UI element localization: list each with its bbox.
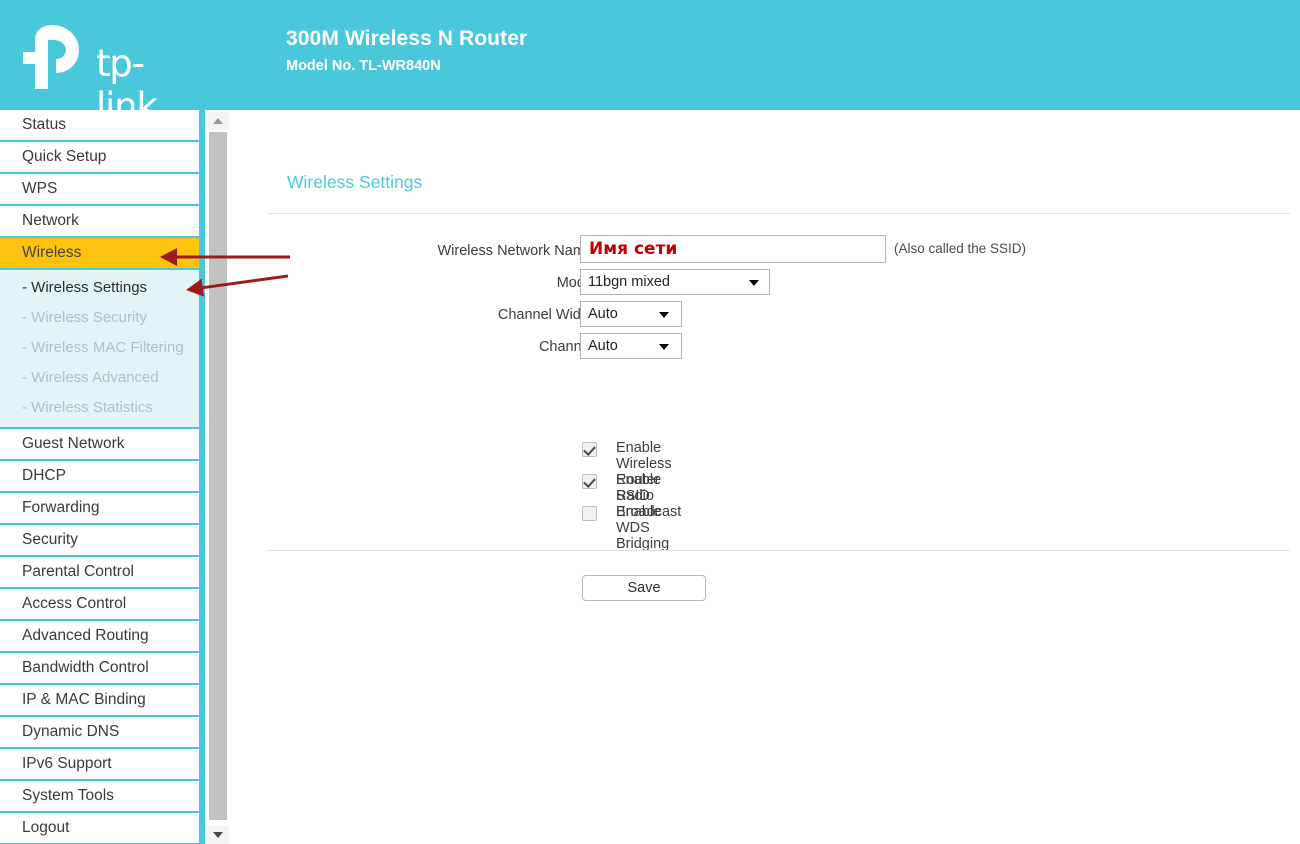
sidebar-item-bandwidth-control[interactable]: Bandwidth Control <box>0 653 199 685</box>
row-channel: Channel: Auto <box>229 333 1300 368</box>
chevron-down-icon <box>749 280 759 286</box>
sidebar-item-security[interactable]: Security <box>0 525 199 557</box>
chevron-down-icon <box>659 344 669 350</box>
sidebar-item-ip-mac-binding[interactable]: IP & MAC Binding <box>0 685 199 717</box>
chevron-down-icon <box>213 832 223 838</box>
save-button[interactable]: Save <box>582 575 706 601</box>
sidebar-subitem-wireless-advanced[interactable]: - Wireless Advanced <box>0 363 199 393</box>
sidebar-item-status[interactable]: Status <box>0 110 199 142</box>
checkbox-enable-wireless-router-radio[interactable] <box>582 442 597 457</box>
checkbox-enable-wds-bridging[interactable] <box>582 506 597 521</box>
mode-selected-value: 11bgn mixed <box>588 274 670 290</box>
sidebar-item-wireless[interactable]: Wireless <box>0 238 199 270</box>
sidebar-scrollbar[interactable] <box>207 112 229 844</box>
router-model-number: Model No. TL-WR840N <box>286 58 441 74</box>
main-content: Wireless Settings Wireless Network Name:… <box>229 110 1300 844</box>
scroll-down-button[interactable] <box>207 826 229 844</box>
sidebar: Status Quick Setup WPS Network Wireless - Wir… <box>0 110 205 844</box>
sidebar-item-dynamic-dns[interactable]: Dynamic DNS <box>0 717 199 749</box>
sidebar-subitem-wireless-statistics[interactable]: - Wireless Statistics <box>0 393 199 423</box>
tp-link-logo[interactable]: tp-link <box>22 22 192 128</box>
router-title-block: 300M Wireless N Router Model No. TL-WR84… <box>286 26 527 76</box>
tp-link-logo-icon <box>23 25 79 89</box>
sidebar-submenu: - Wireless Settings - Wireless Security - … <box>0 270 199 429</box>
row-ssid: Wireless Network Name: Имя сети (Also ca… <box>229 235 1300 272</box>
sidebar-item-logout[interactable]: Logout <box>0 813 199 844</box>
ssid-input[interactable]: Имя сети <box>580 235 886 263</box>
sidebar-item-wps[interactable]: WPS <box>0 174 199 206</box>
channel-selected-value: Auto <box>588 338 618 354</box>
sidebar-subitem-wireless-settings[interactable]: - Wireless Settings <box>0 273 199 303</box>
ssid-hint: (Also called the SSID) <box>894 241 1027 256</box>
divider-bottom <box>267 550 1290 551</box>
sidebar-item-ipv6-support[interactable]: IPv6 Support <box>0 749 199 781</box>
chevron-up-icon <box>213 118 223 124</box>
sidebar-subitem-wireless-security[interactable]: - Wireless Security <box>0 303 199 333</box>
sidebar-item-dhcp[interactable]: DHCP <box>0 461 199 493</box>
wireless-settings-form: Wireless Network Name: Имя сети (Also ca… <box>229 235 1300 368</box>
checkbox-label: Enable WDS Bridging <box>616 504 670 552</box>
sidebar-subitem-wireless-mac-filtering[interactable]: - Wireless MAC Filtering <box>0 333 199 363</box>
channel-width-selected-value: Auto <box>588 306 618 322</box>
sidebar-item-advanced-routing[interactable]: Advanced Routing <box>0 621 199 653</box>
checkbox-enable-ssid-broadcast[interactable] <box>582 474 597 489</box>
row-mode: Mode: 11bgn mixed <box>229 269 1300 304</box>
sidebar-item-quick-setup[interactable]: Quick Setup <box>0 142 199 174</box>
scroll-up-button[interactable] <box>207 112 229 130</box>
chevron-down-icon <box>659 312 669 318</box>
scrollbar-thumb[interactable] <box>209 132 227 820</box>
sidebar-menu: Status Quick Setup WPS Network Wireless - Wir… <box>0 110 199 844</box>
channel-select[interactable]: Auto <box>580 333 682 359</box>
sidebar-item-parental-control[interactable]: Parental Control <box>0 557 199 589</box>
page-title: Wireless Settings <box>287 172 423 192</box>
sidebar-item-access-control[interactable]: Access Control <box>0 589 199 621</box>
sidebar-item-system-tools[interactable]: System Tools <box>0 781 199 813</box>
sidebar-item-network[interactable]: Network <box>0 206 199 238</box>
divider-top <box>267 213 1290 214</box>
sidebar-item-forwarding[interactable]: Forwarding <box>0 493 199 525</box>
sidebar-item-guest-network[interactable]: Guest Network <box>0 429 199 461</box>
page-header: tp-link 300M Wireless N Router Model No.… <box>0 0 1300 128</box>
router-admin-page: tp-link 300M Wireless N Router Model No.… <box>0 0 1300 844</box>
ssid-label: Wireless Network Name: <box>437 243 597 259</box>
row-channel-width: Channel Width: Auto <box>229 301 1300 336</box>
mode-select[interactable]: 11bgn mixed <box>580 269 770 295</box>
router-model-title: 300M Wireless N Router <box>286 27 528 50</box>
channel-width-select[interactable]: Auto <box>580 301 682 327</box>
